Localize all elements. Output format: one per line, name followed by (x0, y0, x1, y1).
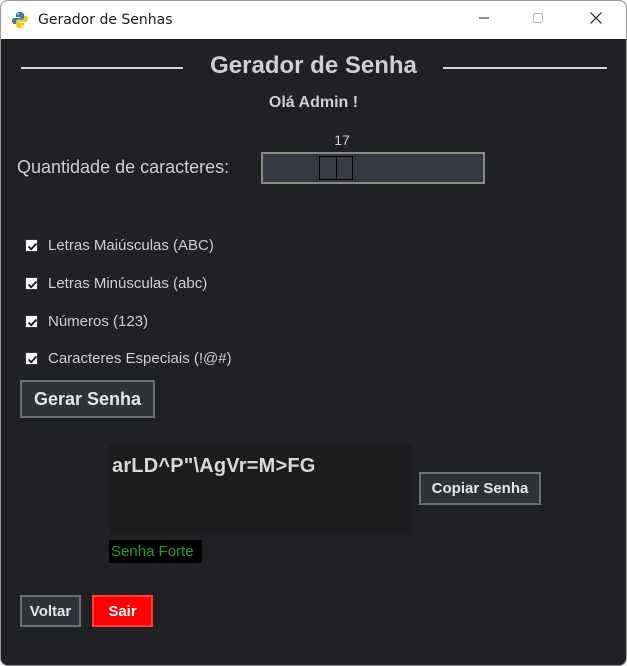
check-icon (27, 355, 38, 363)
length-value: 17 (334, 132, 350, 148)
title-bar: Gerador de Senhas (1, 1, 626, 39)
numbers-label: Números (123) (48, 312, 149, 330)
special-label: Caracteres Especiais (!@#) (48, 349, 232, 367)
greeting: Olá Admin ! (268, 94, 359, 111)
special-checkbox[interactable] (25, 351, 38, 365)
back-button[interactable]: Voltar (20, 595, 81, 627)
uppercase-label: Letras Maiúsculas (ABC) (48, 236, 214, 254)
generate-button[interactable]: Gerar Senha (20, 380, 155, 418)
maximize-icon (532, 11, 544, 29)
minimize-icon (478, 11, 490, 29)
close-button[interactable] (573, 1, 619, 39)
maximize-button[interactable] (515, 1, 561, 39)
copy-button[interactable]: Copiar Senha (419, 472, 541, 505)
main-content: Gerador de Senha Olá Admin ! 17 Quantida… (1, 39, 626, 665)
minimize-button[interactable] (461, 1, 507, 39)
option-numbers[interactable]: Números (123) (25, 311, 148, 331)
slider-handle[interactable] (319, 156, 353, 180)
exit-button[interactable]: Sair (92, 595, 153, 627)
length-slider[interactable] (261, 152, 485, 184)
check-icon (27, 318, 38, 326)
python-icon (11, 11, 29, 29)
check-icon (27, 280, 38, 288)
heading-divider-right (443, 67, 607, 69)
lowercase-checkbox[interactable] (25, 276, 38, 290)
option-lowercase[interactable]: Letras Minúsculas (abc) (25, 273, 207, 293)
password-display: arLD^P"\AgVr=M>FG (109, 445, 413, 535)
app-window: Gerador de Senhas Gerador de Senha Olá A… (0, 0, 627, 666)
uppercase-checkbox[interactable] (25, 238, 38, 252)
page-title: Gerador de Senha (210, 52, 417, 79)
option-uppercase[interactable]: Letras Maiúsculas (ABC) (25, 235, 214, 255)
generated-password: arLD^P"\AgVr=M>FG (112, 455, 316, 477)
strength-indicator: Senha Forte (109, 540, 202, 563)
window-title: Gerador de Senhas (38, 12, 173, 28)
numbers-checkbox[interactable] (25, 314, 38, 328)
length-label: Quantidade de caracteres: (17, 157, 230, 177)
option-special[interactable]: Caracteres Especiais (!@#) (25, 348, 232, 368)
lowercase-label: Letras Minúsculas (abc) (48, 274, 208, 292)
close-icon (589, 11, 603, 30)
check-icon (27, 242, 38, 250)
